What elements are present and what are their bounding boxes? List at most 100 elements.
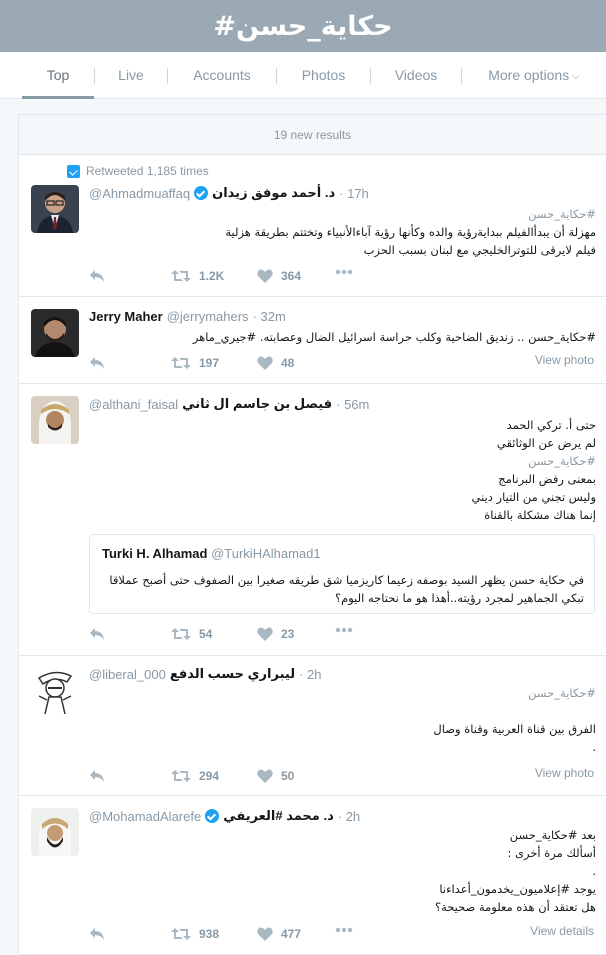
avatar[interactable] (31, 666, 79, 714)
tab-more-options[interactable]: More options ⌵ (462, 52, 606, 99)
like-button[interactable]: 477 (257, 927, 301, 941)
reply-icon (90, 270, 104, 282)
like-button[interactable]: 364 (257, 269, 301, 283)
like-count: 50 (281, 769, 295, 783)
tweet-text: بعد #حكاية_حسن أسألك مرة أخرى : . يوجد #… (89, 826, 596, 916)
timestamp[interactable]: · 17h (339, 186, 369, 201)
retweet-button[interactable]: 54 (171, 627, 212, 641)
avatar[interactable] (31, 309, 79, 357)
username[interactable]: @althani_faisal (89, 397, 178, 412)
retweet-count: 294 (199, 769, 220, 783)
more-button[interactable] (335, 927, 353, 933)
new-results-bar[interactable]: 19 new results (19, 115, 606, 155)
tweet[interactable]: Jerry Maher @jerrymahers · 32m #حكاية_حس… (19, 297, 606, 384)
retweet-button[interactable]: 197 (171, 356, 219, 370)
tweet[interactable]: @MohamadAlarefe د. محمد #العريفي · 2h بع… (19, 796, 606, 954)
avatar[interactable] (31, 396, 79, 444)
tweet-actions: 1.2K 364 (89, 269, 606, 285)
username[interactable]: @liberal_000 (89, 667, 166, 682)
tweet-line: #حكاية_حسن .. زنديق الضاحية وكلب حراسة ا… (192, 330, 596, 344)
fullname[interactable]: Jerry Maher (89, 309, 163, 324)
timestamp[interactable]: · 2h (338, 809, 360, 824)
timestamp[interactable]: · 2h (299, 667, 321, 682)
avatar[interactable] (31, 185, 79, 233)
tweet-text: #حكاية_حسن .. زنديق الضاحية وكلب حراسة ا… (89, 328, 596, 346)
tweet-text: #حكاية_حسن مهزلة أن يبدأالفيلم ببدايةرؤي… (89, 205, 596, 259)
more-icon (335, 627, 353, 633)
username[interactable]: @Ahmadmuaffaq (89, 186, 190, 201)
like-button[interactable]: 23 (257, 627, 294, 641)
tweet-header: @Ahmadmuaffaq د. أحمد موفق زيدان · 17h (89, 185, 596, 203)
new-results-label: 19 new results (273, 128, 352, 142)
heart-icon (257, 269, 273, 283)
view-photo-link[interactable]: View photo (535, 353, 594, 367)
tweet-line: . (592, 864, 596, 878)
search-header: #حكاية_حسن (0, 0, 606, 52)
timestamp[interactable]: · 32m (253, 309, 286, 324)
reply-button[interactable] (89, 269, 105, 283)
fullname[interactable]: د. محمد #العريفي (223, 808, 334, 824)
tab-label: Photos (301, 67, 346, 83)
retweet-button[interactable]: 1.2K (171, 269, 224, 283)
page-title: #حكاية_حسن (213, 10, 393, 42)
reply-button[interactable] (89, 769, 105, 783)
timestamp[interactable]: · 56m (336, 397, 369, 412)
tweet-line: أسألك مرة أخرى : (507, 846, 596, 860)
retweet-button[interactable]: 938 (171, 927, 219, 941)
fullname[interactable]: فيصل بن جاسم ال ثاني (182, 396, 332, 412)
heart-icon (257, 627, 273, 641)
more-icon (335, 269, 353, 275)
heart-icon (257, 927, 273, 941)
tweet-text: #حكاية_حسن الفرق بين قناة العربية وقناة … (89, 684, 596, 756)
like-button[interactable]: 48 (257, 356, 294, 370)
tab-label: Live (118, 67, 144, 83)
reply-button[interactable] (89, 927, 105, 941)
hashtag-link[interactable]: #حكاية_حسن (89, 205, 596, 223)
tab-accounts[interactable]: Accounts (168, 52, 276, 99)
quoted-username: @TurkiHAlhamad1 (211, 546, 321, 561)
like-count: 477 (281, 927, 302, 941)
search-tabs: Top Live Accounts Photos Videos More opt… (0, 52, 606, 99)
tweet-line: هل تعتقد أن هذه معلومة صحيحة؟ (434, 900, 596, 914)
verified-icon (194, 186, 209, 200)
hashtag-link[interactable]: #حكاية_حسن (89, 452, 596, 470)
tab-live[interactable]: Live (95, 52, 167, 99)
tweet-line: بعد #حكاية_حسن (509, 828, 596, 842)
timeline: 19 new results Retweeted 1,185 times @Ah… (18, 114, 606, 955)
more-button[interactable] (335, 269, 353, 275)
view-details-link[interactable]: View details (530, 924, 594, 938)
retweet-icon (171, 628, 191, 640)
quoted-fullname: Turki H. Alhamad (102, 546, 208, 561)
tweet-line: بمعنى رفض البرنامج (498, 472, 596, 486)
fullname[interactable]: ليبراري حسب الدفع (170, 666, 295, 682)
tweet[interactable]: Retweeted 1,185 times @Ahmadmuaffaq د. أ… (19, 155, 606, 297)
tweet[interactable]: @althani_faisal فيصل بن جاسم ال ثاني · 5… (19, 384, 606, 656)
tweet-line: الفرق بين قناة العربية وقناة وصال (433, 722, 596, 736)
reply-button[interactable] (89, 627, 105, 641)
tweet-actions: 197 48 (89, 356, 606, 372)
retweet-button[interactable]: 294 (171, 769, 219, 783)
tweet-line: مهزلة أن يبدأالفيلم ببدايةرؤية والده وكأ… (225, 225, 596, 239)
more-button[interactable] (335, 627, 353, 633)
tweet[interactable]: @liberal_000 ليبراري حسب الدفع · 2h #حكا… (19, 656, 606, 796)
avatar[interactable] (31, 808, 79, 856)
tab-videos[interactable]: Videos (371, 52, 461, 99)
reply-button[interactable] (89, 356, 105, 370)
like-button[interactable]: 50 (257, 769, 294, 783)
tweet-actions: 294 50 (89, 769, 606, 785)
tweet-actions: 54 23 (89, 627, 606, 643)
tab-photos[interactable]: Photos (277, 52, 370, 99)
view-photo-link[interactable]: View photo (535, 766, 594, 780)
reply-icon (90, 628, 104, 640)
username[interactable]: @MohamadAlarefe (89, 809, 201, 824)
quoted-tweet[interactable]: Turki H. Alhamad @TurkiHAlhamad1 في حكاي… (89, 534, 595, 614)
tweet-text: حتى أ. تركي الحمد لم يرض عن الوثائقي #حك… (89, 416, 596, 524)
heart-icon (257, 769, 273, 783)
fullname[interactable]: د. أحمد موفق زيدان (212, 185, 335, 201)
username[interactable]: @jerrymahers (167, 309, 249, 324)
tweet-line: إنما هناك مشكلة بالقناة (484, 508, 596, 522)
retweet-icon (171, 270, 191, 282)
hashtag-link[interactable]: #حكاية_حسن (89, 684, 596, 702)
tab-top[interactable]: Top (22, 52, 94, 99)
tweet-line: . (592, 740, 596, 754)
